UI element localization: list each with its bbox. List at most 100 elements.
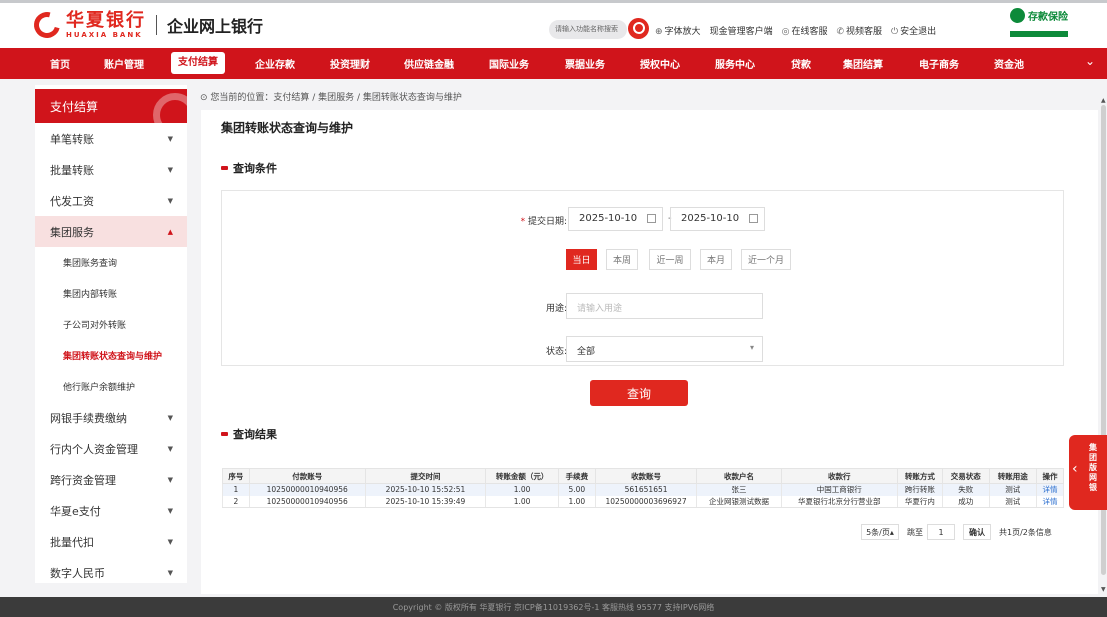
range-last-week-button[interactable]: 近一周	[649, 249, 691, 270]
phone-icon: ✆	[836, 27, 844, 37]
sidebar-title: 支付结算	[35, 89, 187, 123]
footer: Copyright © 版权所有 华夏银行 京ICP备11019362号-1 客…	[0, 597, 1107, 617]
chevron-down-icon: ▼	[167, 413, 173, 422]
chevron-down-icon: ▼	[167, 568, 173, 577]
sidebar: 支付结算 单笔转账 ▼ 批量转账 ▼ 代发工资 ▼ 集团服务 ▲ 集团账务查询 集团内部…	[35, 85, 187, 583]
col-header: 转账方式	[896, 468, 944, 484]
sidebar-item-payroll[interactable]: 代发工资 ▼	[35, 185, 187, 216]
search-icon[interactable]	[628, 18, 649, 39]
date-from-field[interactable]: 2025-10-10	[568, 207, 663, 231]
col-header: 转账金额（元）	[485, 468, 559, 484]
sidebar-sub-transfer-status[interactable]: 集团转账状态查询与维护	[35, 340, 187, 371]
table-header-row: 序号 付款账号 提交时间 转账金额（元） 手续费 收款账号 收款户名 收款行 转…	[222, 468, 1064, 484]
range-last-month-button[interactable]: 近一个月	[741, 249, 791, 270]
chevron-down-icon[interactable]: ⌄	[1085, 54, 1095, 68]
purpose-label: 用途:	[545, 304, 567, 314]
sidebar-item-group-service[interactable]: 集团服务 ▲	[35, 216, 187, 247]
chevron-down-icon: ▼	[167, 165, 173, 174]
bank-name: 华夏银行	[66, 10, 146, 31]
nav-item-supply-chain[interactable]: 供应链金融	[404, 56, 454, 71]
query-form: * 提交日期: 2025-10-10 - 2025-10-10 当日 本周 近一…	[221, 190, 1064, 366]
scroll-up-icon[interactable]: ▲	[1101, 97, 1106, 104]
sidebar-sub-subsidiary-transfer[interactable]: 子公司对外转账	[35, 309, 187, 340]
col-header: 操作	[1036, 468, 1064, 484]
bank-name-en: HUAXIA BANK	[66, 31, 143, 39]
nav-item-home[interactable]: 首页	[50, 56, 70, 71]
sidebar-item-interbank-funds[interactable]: 跨行资金管理 ▼	[35, 464, 187, 495]
col-header: 收款账号	[594, 468, 698, 484]
goto-confirm-button[interactable]: 确认	[963, 524, 991, 540]
chevron-down-icon: ▼	[167, 537, 173, 546]
goto-page-input[interactable]: 1	[927, 524, 955, 540]
nav-item-ecommerce[interactable]: 电子商务	[919, 56, 959, 71]
results-table: 序号 付款账号 提交时间 转账金额（元） 手续费 收款账号 收款户名 收款行 转…	[222, 468, 1064, 508]
zoom-icon: ⊕	[655, 27, 663, 37]
page-summary: 共1页/2条信息	[999, 527, 1052, 537]
nav-item-accounts[interactable]: 账户管理	[104, 56, 144, 71]
video-service-tool[interactable]: ✆ 视频客服	[836, 24, 882, 37]
nav-item-loans[interactable]: 贷款	[791, 56, 811, 71]
date-to-field[interactable]: 2025-10-10	[670, 207, 765, 231]
nav-item-group-settlement[interactable]: 集团结算	[843, 56, 883, 71]
caret-up-icon: ▴	[889, 527, 894, 537]
page-size-select[interactable]: 5条/页 ▴	[861, 524, 899, 540]
header-tools: ⊕ 字体放大 现金管理客户端 ◎ 在线客服 ✆ 视频客服 ⏻ 安全退出	[655, 24, 936, 37]
sidebar-item-personal-funds[interactable]: 行内个人资金管理 ▼	[35, 433, 187, 464]
group-edition-tab[interactable]: ‹ 集团版网银	[1069, 435, 1107, 510]
status-select[interactable]: 全部	[566, 336, 763, 362]
bank-logo-icon	[29, 7, 65, 43]
query-section-title: 查询条件	[221, 160, 277, 176]
pagination: 5条/页 ▴ 跳至 1 确认 共1页/2条信息	[857, 524, 1052, 540]
col-header: 序号	[222, 468, 250, 484]
sidebar-item-digital-rmb[interactable]: 数字人民币 ▼	[35, 557, 187, 588]
online-service-tool[interactable]: ◎ 在线客服	[782, 24, 828, 37]
nav-item-authorization[interactable]: 授权中心	[640, 56, 680, 71]
cash-client-tool[interactable]: 现金管理客户端	[710, 24, 773, 37]
status-label: 状态:	[545, 347, 567, 357]
purpose-input[interactable]: 请输入用途	[566, 293, 763, 319]
col-header: 手续费	[557, 468, 596, 484]
chevron-down-icon: ▼	[167, 506, 173, 515]
query-button[interactable]: 查询	[590, 380, 688, 406]
sidebar-item-batch-transfer[interactable]: 批量转账 ▼	[35, 154, 187, 185]
nav-item-payment[interactable]: 支付结算	[171, 52, 225, 74]
sidebar-item-fee-payment[interactable]: 网银手续费缴纳 ▼	[35, 402, 187, 433]
detail-link[interactable]: 详情	[1036, 495, 1064, 508]
chevron-down-icon: ▼	[167, 444, 173, 453]
main-panel: 集团转账状态查询与维护 查询条件 * 提交日期: 2025-10-10 - 20…	[201, 110, 1098, 594]
results-section-title: 查询结果	[221, 426, 277, 442]
sidebar-item-batch-debit[interactable]: 批量代扣 ▼	[35, 526, 187, 557]
chevron-up-icon: ▲	[167, 227, 173, 236]
nav-item-cash-pool[interactable]: 资金池	[994, 56, 1024, 71]
table-row: 2 10250000010940956 2025-10-10 15:39:49 …	[222, 495, 1064, 508]
chevron-down-icon: ▼	[167, 134, 173, 143]
sidebar-sub-group-internal-transfer[interactable]: 集团内部转账	[35, 278, 187, 309]
detail-link[interactable]: 详情	[1036, 483, 1064, 496]
app-title: 企业网上银行	[167, 17, 264, 36]
col-header: 提交时间	[364, 468, 487, 484]
nav-item-deposit[interactable]: 企业存款	[255, 56, 295, 71]
col-header: 付款账号	[248, 468, 366, 484]
col-header: 交易状态	[942, 468, 990, 484]
logout-tool[interactable]: ⏻ 安全退出	[891, 24, 936, 37]
nav-item-international[interactable]: 国际业务	[489, 56, 529, 71]
range-today-button[interactable]: 当日	[566, 249, 597, 270]
sidebar-sub-other-bank-balance[interactable]: 他行账户余额维护	[35, 371, 187, 402]
sidebar-item-single-transfer[interactable]: 单笔转账 ▼	[35, 123, 187, 154]
search-input[interactable]: 请输入功能名称搜索	[549, 20, 627, 39]
font-size-tool[interactable]: ⊕ 字体放大	[655, 24, 701, 37]
calendar-icon[interactable]	[749, 214, 758, 223]
range-this-month-button[interactable]: 本月	[700, 249, 732, 270]
scrollbar[interactable]: ▲ ▼	[1100, 85, 1107, 593]
calendar-icon[interactable]	[647, 214, 656, 223]
nav-item-investment[interactable]: 投资理财	[330, 56, 370, 71]
col-header: 转账用途	[988, 468, 1038, 484]
sidebar-item-e-pay[interactable]: 华夏e支付 ▼	[35, 495, 187, 526]
nav-item-service[interactable]: 服务中心	[715, 56, 755, 71]
range-this-week-button[interactable]: 本周	[606, 249, 638, 270]
scroll-down-icon[interactable]: ▼	[1101, 586, 1106, 593]
sidebar-sub-group-account-query[interactable]: 集团账务查询	[35, 247, 187, 278]
bank-logo[interactable]: 华夏银行 HUAXIA BANK 企业网上银行	[29, 7, 264, 43]
nav-item-bills[interactable]: 票据业务	[565, 56, 605, 71]
top-header: 华夏银行 HUAXIA BANK 企业网上银行 请输入功能名称搜索 ⊕ 字体放大 …	[0, 0, 1107, 48]
